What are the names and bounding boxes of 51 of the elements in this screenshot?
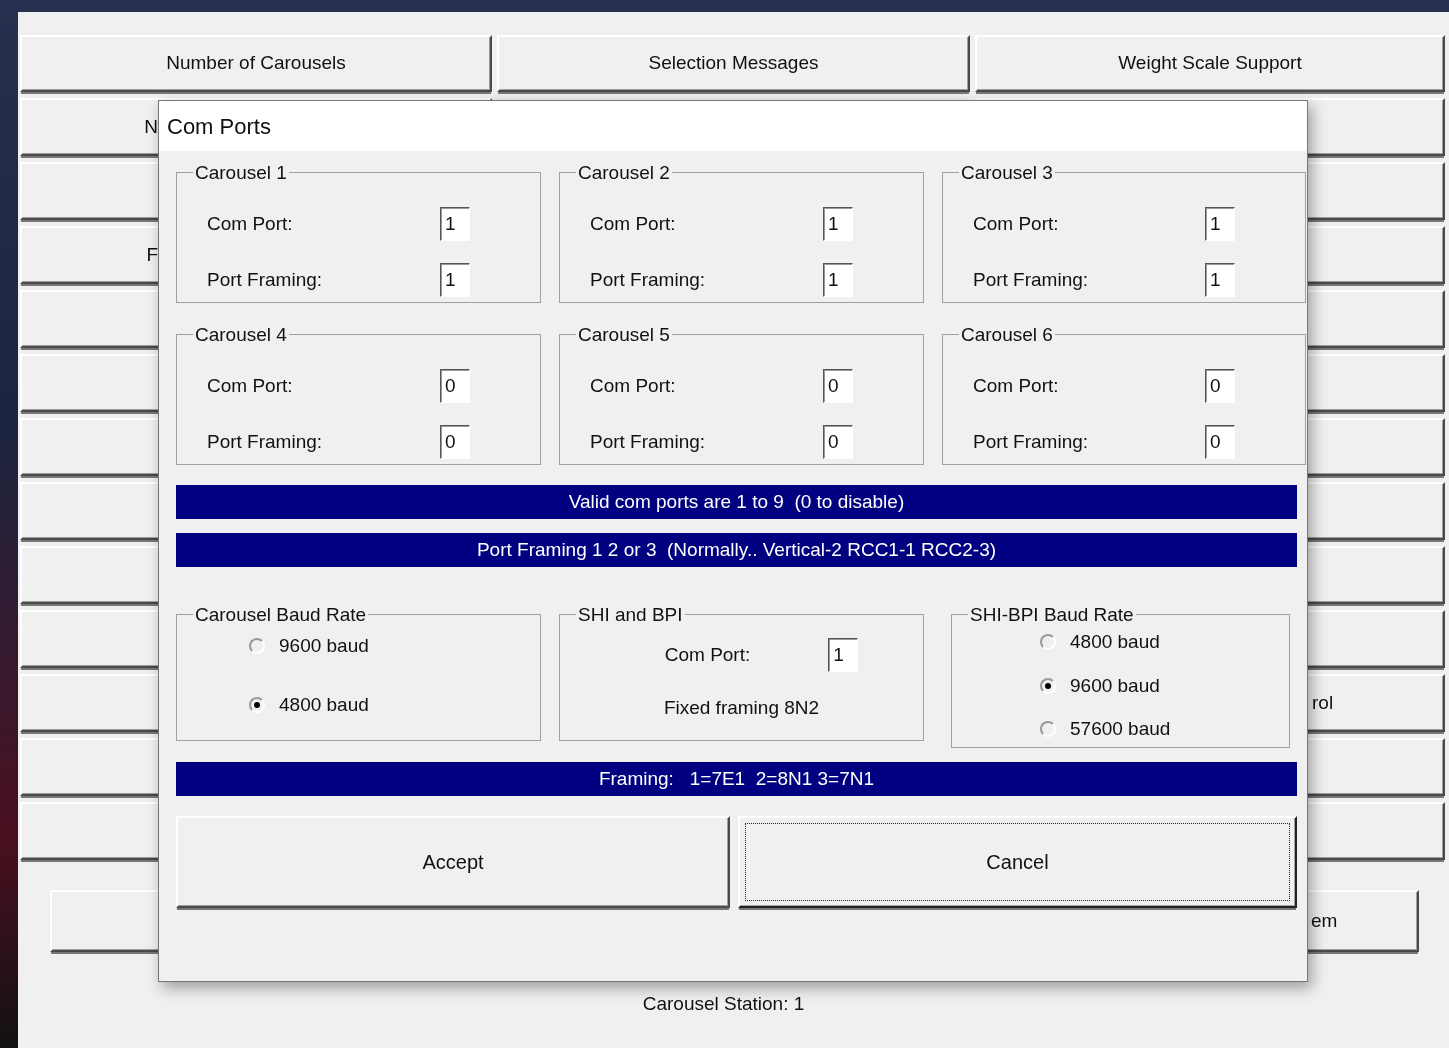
- menu-button[interactable]: Number of Carousels: [20, 35, 492, 92]
- radio-option[interactable]: 57600 baud: [1040, 715, 1289, 744]
- dialog-button[interactable]: Accept: [176, 816, 730, 908]
- group-title: Carousel Baud Rate: [194, 605, 368, 624]
- radio-option[interactable]: 4800 baud: [1040, 628, 1289, 657]
- menu-button[interactable]: Weight Scale Support: [975, 35, 1445, 92]
- group-title: Carousel 4: [194, 325, 288, 344]
- field-label: Com Port:: [973, 211, 1059, 236]
- menu-button[interactable]: Selection Messages: [497, 35, 970, 92]
- field-label: Port Framing:: [207, 429, 323, 454]
- group-title: Carousel 2: [577, 163, 671, 182]
- field-label: Com Port:: [590, 211, 676, 236]
- input-field[interactable]: 1: [828, 638, 859, 672]
- radio-option[interactable]: 9600 baud: [1040, 671, 1289, 700]
- input-field[interactable]: 0: [440, 425, 470, 459]
- field-label: Port Framing:: [973, 429, 1089, 454]
- radio-option[interactable]: 9600 baud: [249, 632, 540, 661]
- group-title: Carousel 5: [577, 325, 671, 344]
- group-title: Carousel 1: [194, 163, 288, 182]
- info-banner: Framing: 1=7E1 2=8N1 3=7N1: [176, 762, 1297, 796]
- input-field[interactable]: 0: [823, 425, 853, 459]
- field-label: Port Framing:: [590, 267, 706, 292]
- input-field[interactable]: 1: [823, 263, 853, 297]
- input-field[interactable]: 0: [1205, 425, 1235, 459]
- info-banner: Port Framing 1 2 or 3 (Normally.. Vertical-2 RCC1-1 RCC2-3): [176, 533, 1297, 567]
- input-field[interactable]: 0: [440, 369, 470, 403]
- group-title: SHI-BPI Baud Rate: [969, 605, 1135, 624]
- framing-note: Fixed framing 8N2: [663, 696, 820, 720]
- field-label: Port Framing:: [207, 267, 323, 292]
- radio-option[interactable]: 4800 baud: [249, 690, 540, 719]
- field-label: Com Port:: [973, 373, 1059, 398]
- field-label: Com Port:: [207, 211, 293, 236]
- group-title: SHI and BPI: [577, 605, 684, 624]
- field-label: Com Port:: [207, 373, 293, 398]
- field-label: Port Framing:: [973, 267, 1089, 292]
- input-field[interactable]: 0: [823, 369, 853, 403]
- input-field[interactable]: 1: [440, 263, 470, 297]
- input-field[interactable]: 1: [1205, 207, 1235, 241]
- dialog-title: Com Ports: [159, 101, 1307, 151]
- input-field[interactable]: 1: [1205, 263, 1235, 297]
- station-label: Carousel Station: 1: [641, 992, 806, 1016]
- info-banner: Valid com ports are 1 to 9 (0 to disable): [176, 485, 1297, 519]
- input-field[interactable]: 1: [823, 207, 853, 241]
- group-title: Carousel 3: [960, 163, 1054, 182]
- field-label: Com Port:: [664, 642, 751, 667]
- field-label: Port Framing:: [590, 429, 706, 454]
- input-field[interactable]: 1: [440, 207, 470, 241]
- dialog-button[interactable]: Cancel: [738, 816, 1297, 908]
- input-field[interactable]: 0: [1205, 369, 1235, 403]
- group-title: Carousel 6: [960, 325, 1054, 344]
- field-label: Com Port:: [590, 373, 676, 398]
